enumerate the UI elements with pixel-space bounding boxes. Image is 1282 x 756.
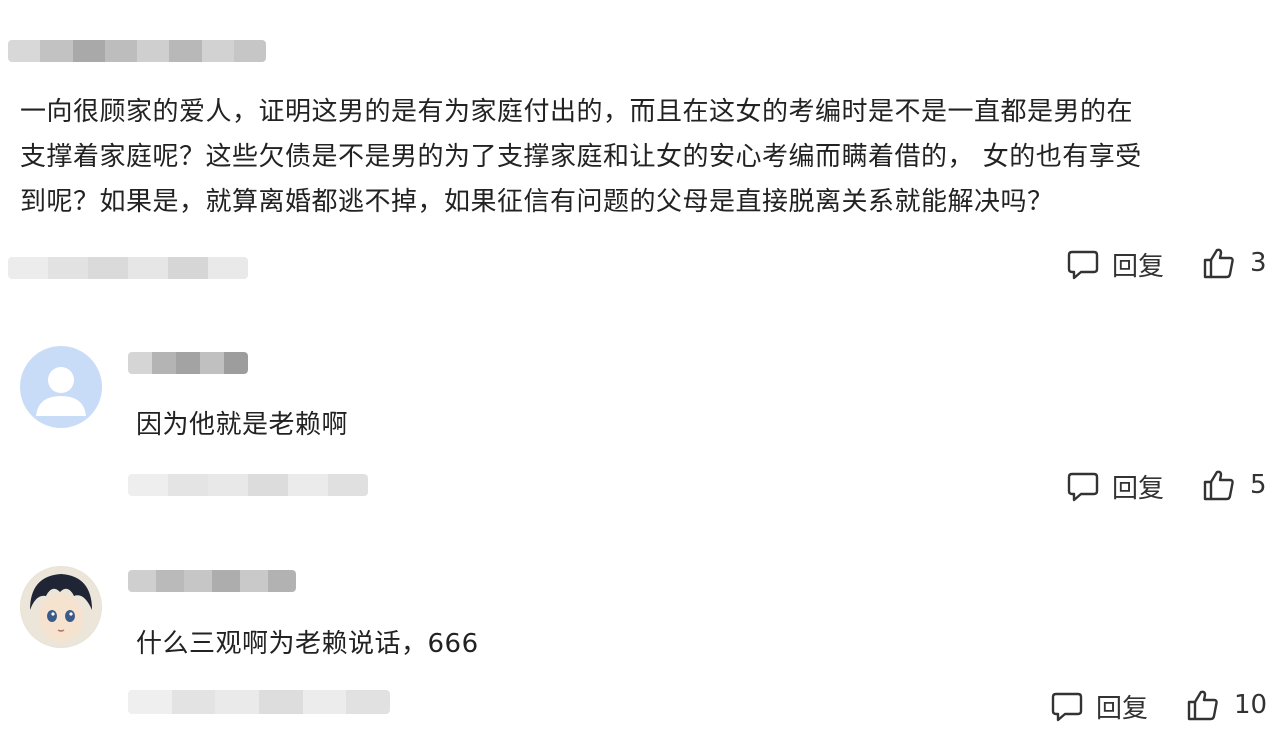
reply-button[interactable]: 回复 <box>1066 468 1164 505</box>
like-count: 5 <box>1250 470 1267 500</box>
reply-label: 回复 <box>1112 474 1165 504</box>
speech-bubble-icon <box>1050 690 1084 724</box>
reply-button[interactable]: 回复 <box>1066 246 1164 283</box>
like-button[interactable]: 10 <box>1186 688 1267 722</box>
comment-meta-blurred <box>128 474 368 496</box>
avatar[interactable] <box>20 566 102 648</box>
username-blurred <box>128 352 248 374</box>
like-count: 10 <box>1234 690 1268 720</box>
comment-meta-blurred <box>8 257 248 279</box>
thumbs-up-icon <box>1202 246 1236 280</box>
comment-body: 因为他就是老赖啊 <box>136 410 349 440</box>
thumbs-up-icon <box>1186 688 1220 722</box>
comment-meta-blurred <box>128 690 390 714</box>
speech-bubble-icon <box>1066 248 1100 282</box>
anime-avatar-icon <box>21 567 101 647</box>
comment-line: 一向很顾家的爱人，证明这男的是有为家庭付出的，而且在这女的考编时是不是一直都是男… <box>20 97 1134 127</box>
comment-body: 什么三观啊为老赖说话，666 <box>136 629 479 659</box>
reply-label: 回复 <box>1112 252 1165 282</box>
comment-line: 到呢？如果是，就算离婚都逃不掉，如果征信有问题的父母是直接脱离关系就能解决吗？ <box>20 187 1054 217</box>
comment-line: 支撑着家庭呢？这些欠债是不是男的为了支撑家庭和让女的安心考编而瞒着借的， 女的也… <box>20 142 1142 172</box>
like-button[interactable]: 5 <box>1202 468 1267 502</box>
default-user-icon <box>21 347 101 427</box>
speech-bubble-icon <box>1066 470 1100 504</box>
comment-section: 一向很顾家的爱人，证明这男的是有为家庭付出的，而且在这女的考编时是不是一直都是男… <box>0 0 1282 756</box>
reply-label: 回复 <box>1096 694 1149 724</box>
thumbs-up-icon <box>1202 468 1236 502</box>
reply-button[interactable]: 回复 <box>1050 688 1148 725</box>
username-blurred <box>8 40 266 62</box>
comment-body: 一向很顾家的爱人，证明这男的是有为家庭付出的，而且在这女的考编时是不是一直都是男… <box>20 90 1270 225</box>
like-button[interactable]: 3 <box>1202 246 1267 280</box>
avatar[interactable] <box>20 346 102 428</box>
like-count: 3 <box>1250 248 1267 278</box>
username-blurred <box>128 570 296 592</box>
